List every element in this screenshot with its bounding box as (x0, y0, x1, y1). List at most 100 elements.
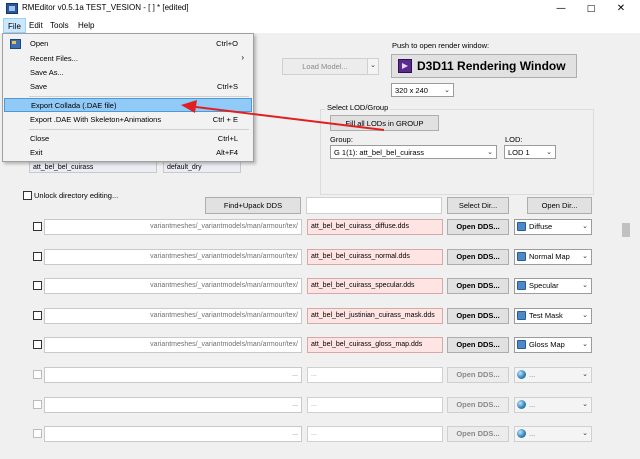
texture-path-field[interactable]: variantmeshes/_variantmodels/man/armour/… (44, 219, 302, 235)
texture-file-field[interactable]: att_bel_bel_justinian_cuirass_mask.dds (307, 308, 443, 324)
load-model-button[interactable]: Load Model... (282, 58, 368, 75)
texture-file-field[interactable]: att_bel_bel_cuirass_gloss_map.dds (307, 337, 443, 353)
texture-path-field[interactable]: variantmeshes/_variantmodels/man/armour/… (44, 249, 302, 265)
texture-row-checkbox[interactable] (33, 311, 42, 320)
texture-type-value: Diffuse (529, 222, 553, 231)
lod-value: LOD 1 (508, 148, 530, 157)
menu-save-as[interactable]: Save As... (4, 66, 252, 80)
texture-path-field[interactable]: variantmeshes/_variantmodels/man/armour/… (44, 308, 302, 324)
push-render-label: Push to open render window: (392, 41, 490, 50)
render-icon (398, 59, 412, 73)
texture-row-checkbox[interactable] (33, 400, 42, 409)
menu-recent-files[interactable]: Recent Files... › (4, 52, 252, 66)
texture-type-select[interactable]: Diffuse ⌄ (514, 219, 592, 235)
texture-type-select[interactable]: Specular ⌄ (514, 278, 592, 294)
open-dds-button[interactable]: Open DDS... (447, 278, 509, 294)
menu-exit[interactable]: Exit Alt+F4 (4, 146, 252, 160)
texture-row-checkbox[interactable] (33, 281, 42, 290)
minimize-icon[interactable]: — (546, 0, 576, 18)
title-bar: RMEditor v0.5.1a TEST_VESION - [ ] * [ed… (0, 0, 640, 18)
shader-field[interactable]: default_dry (163, 161, 241, 173)
texture-type-value: ... (529, 429, 536, 438)
maximize-icon[interactable]: □ (576, 0, 606, 18)
scrollbar-thumb[interactable] (622, 223, 630, 237)
texture-type-select[interactable]: Normal Map ⌄ (514, 249, 592, 265)
menu-tools[interactable]: Tools (46, 18, 73, 33)
texture-type-select[interactable]: Gloss Map ⌄ (514, 337, 592, 353)
texture-row-checkbox[interactable] (33, 429, 42, 438)
close-icon[interactable]: ✕ (606, 0, 636, 18)
menu-export-collada[interactable]: Export Collada (.DAE file) (4, 98, 252, 112)
open-dir-button[interactable]: Open Dir... (527, 197, 592, 214)
texture-file-field[interactable]: att_bel_bel_cuirass_specular.dds (307, 278, 443, 294)
file-menu-dropdown: Open Ctrl+O Recent Files... › Save As...… (2, 33, 254, 162)
app-icon (6, 3, 18, 14)
group-label: Group: (330, 135, 353, 144)
open-dds-button[interactable]: Open DDS... (447, 426, 509, 442)
texture-type-icon (517, 252, 526, 261)
texture-type-value: ... (529, 370, 536, 379)
lod-select[interactable]: LOD 1 ⌄ (504, 145, 556, 159)
menu-save[interactable]: Save Ctrl+S (4, 80, 252, 94)
menu-close[interactable]: Close Ctrl+L (4, 132, 252, 146)
select-dir-button[interactable]: Select Dir... (447, 197, 509, 214)
group-select[interactable]: G 1(1): att_bel_bel_cuirass ⌄ (330, 145, 497, 159)
unpack-output-field[interactable] (306, 197, 442, 214)
resolution-value: 320 x 240 (395, 86, 428, 95)
load-model-dropdown[interactable]: ⌄ (367, 58, 379, 75)
texture-file-field[interactable]: ... (307, 367, 443, 383)
texture-type-select[interactable]: ... ⌄ (514, 426, 592, 442)
texture-type-select[interactable]: ... ⌄ (514, 397, 592, 413)
texture-type-value: Test Mask (529, 311, 563, 320)
texture-file-field[interactable]: att_bel_bel_cuirass_normal.dds (307, 249, 443, 265)
render-window-label: D3D11 Rendering Window (417, 59, 566, 73)
open-dds-button[interactable]: Open DDS... (447, 308, 509, 324)
submenu-arrow-icon: › (241, 53, 244, 62)
texture-path-field[interactable]: variantmeshes/_variantmodels/man/armour/… (44, 278, 302, 294)
window-title: RMEditor v0.5.1a TEST_VESION - [ ] * [ed… (22, 3, 189, 12)
menu-file[interactable]: File (3, 18, 26, 33)
menu-separator (29, 129, 249, 130)
texture-row-checkbox[interactable] (33, 340, 42, 349)
unlock-directory-checkbox[interactable] (23, 191, 32, 200)
texture-type-icon (517, 429, 526, 438)
model-name-field[interactable]: att_bel_bel_cuirass (29, 161, 157, 173)
resolution-select[interactable]: 320 x 240 ⌄ (391, 83, 454, 97)
texture-type-icon (517, 311, 526, 320)
texture-file-field[interactable]: att_bel_bel_cuirass_diffuse.dds (307, 219, 443, 235)
texture-row-checkbox[interactable] (33, 370, 42, 379)
fill-all-lods-button[interactable]: Fill all LODs in GROUP (330, 115, 439, 131)
menu-edit[interactable]: Edit (25, 18, 47, 33)
open-dds-button[interactable]: Open DDS... (447, 397, 509, 413)
menu-help[interactable]: Help (74, 18, 98, 33)
lod-group-title: Select LOD/Group (325, 103, 391, 112)
texture-row-checkbox[interactable] (33, 222, 42, 231)
texture-type-select[interactable]: ... ⌄ (514, 367, 592, 383)
texture-type-icon (517, 222, 526, 231)
scrollbar[interactable] (621, 219, 631, 459)
texture-type-value: Gloss Map (529, 340, 565, 349)
open-dds-button[interactable]: Open DDS... (447, 219, 509, 235)
open-dds-button[interactable]: Open DDS... (447, 249, 509, 265)
menu-open[interactable]: Open Ctrl+O (4, 37, 252, 51)
unlock-directory-label: Unlock directory editing... (34, 191, 119, 200)
texture-path-field[interactable]: ... (44, 397, 302, 413)
find-unpack-dds-button[interactable]: Find+Upack DDS (205, 197, 301, 214)
render-window-button[interactable]: D3D11 Rendering Window (391, 54, 577, 78)
texture-type-icon (517, 281, 526, 290)
texture-type-icon (517, 340, 526, 349)
texture-file-field[interactable]: ... (307, 397, 443, 413)
texture-type-select[interactable]: Test Mask ⌄ (514, 308, 592, 324)
menu-separator (29, 96, 249, 97)
texture-path-field[interactable]: ... (44, 426, 302, 442)
texture-path-field[interactable]: ... (44, 367, 302, 383)
open-dds-button[interactable]: Open DDS... (447, 367, 509, 383)
menu-bar: File Edit Tools Help (0, 18, 640, 33)
lod-label: LOD: (505, 135, 523, 144)
open-dds-button[interactable]: Open DDS... (447, 337, 509, 353)
texture-type-icon (517, 370, 526, 379)
texture-file-field[interactable]: ... (307, 426, 443, 442)
menu-export-dae-skeleton[interactable]: Export .DAE With Skeleton+Animations Ctr… (4, 113, 252, 127)
texture-row-checkbox[interactable] (33, 252, 42, 261)
texture-path-field[interactable]: variantmeshes/_variantmodels/man/armour/… (44, 337, 302, 353)
